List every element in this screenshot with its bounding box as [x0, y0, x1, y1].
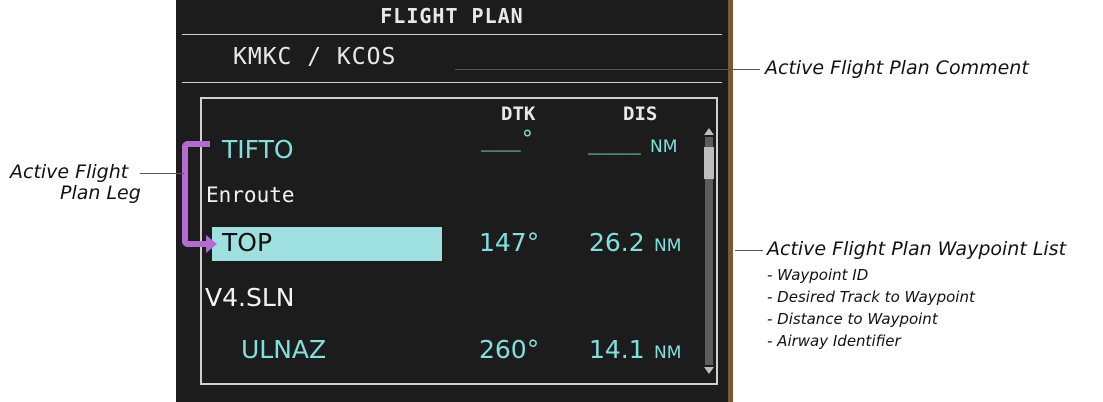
waypoint-unit-top: NM: [654, 236, 682, 256]
scrollbar-thumb[interactable]: [704, 147, 714, 179]
page-title: FLIGHT PLAN: [380, 4, 524, 28]
callout-comment: Active Flight Plan Comment: [765, 57, 1029, 79]
display-bezel-edge: [728, 0, 733, 402]
callout-line-comment: [455, 69, 760, 70]
waypoint-dis-top: 26.2: [589, 228, 645, 257]
airway-v4-sln: V4.SLN: [205, 283, 295, 312]
callout-list-item: - Airway Identifier: [767, 332, 901, 350]
flight-plan-comment[interactable]: KMKC / KCOS: [233, 44, 396, 70]
waypoint-id-top[interactable]: TOP: [222, 228, 272, 257]
callout-waypoint-list: Active Flight Plan Waypoint List: [767, 238, 1067, 260]
waypoint-id-tifto[interactable]: TIFTO: [222, 135, 294, 164]
waypoint-dtk-tifto: ___°: [481, 127, 534, 152]
callout-list-item: - Waypoint ID: [767, 266, 869, 284]
column-header-dtk: DTK: [501, 103, 536, 125]
comment-divider: [182, 82, 722, 83]
callout-list-item: - Distance to Waypoint: [767, 310, 938, 328]
waypoint-dis-tifto: ____: [588, 130, 641, 155]
callout-list-item: - Desired Track to Waypoint: [767, 288, 975, 306]
scroll-down-arrow-icon[interactable]: [704, 367, 714, 374]
callout-leg-line1: Active Flight: [10, 161, 129, 183]
waypoint-id-ulnaz[interactable]: ULNAZ: [241, 335, 326, 364]
callout-line-leg: [140, 173, 184, 174]
airway-enroute: Enroute: [206, 183, 295, 207]
callout-leg-line2: Plan Leg: [60, 182, 141, 204]
waypoint-dtk-top: 147°: [479, 228, 540, 257]
title-divider: [182, 34, 722, 35]
active-leg-arrow-icon: [206, 235, 217, 253]
waypoint-unit-ulnaz: NM: [654, 343, 682, 363]
active-leg-bracket-icon: [182, 141, 210, 247]
waypoint-dtk-ulnaz: 260°: [479, 335, 540, 364]
waypoint-unit-tifto: NM: [650, 137, 678, 157]
waypoint-dis-ulnaz: 14.1: [589, 335, 645, 364]
column-header-dis: DIS: [623, 103, 658, 125]
scroll-up-arrow-icon[interactable]: [704, 128, 714, 135]
callout-line-waypoint-list: [735, 250, 763, 251]
